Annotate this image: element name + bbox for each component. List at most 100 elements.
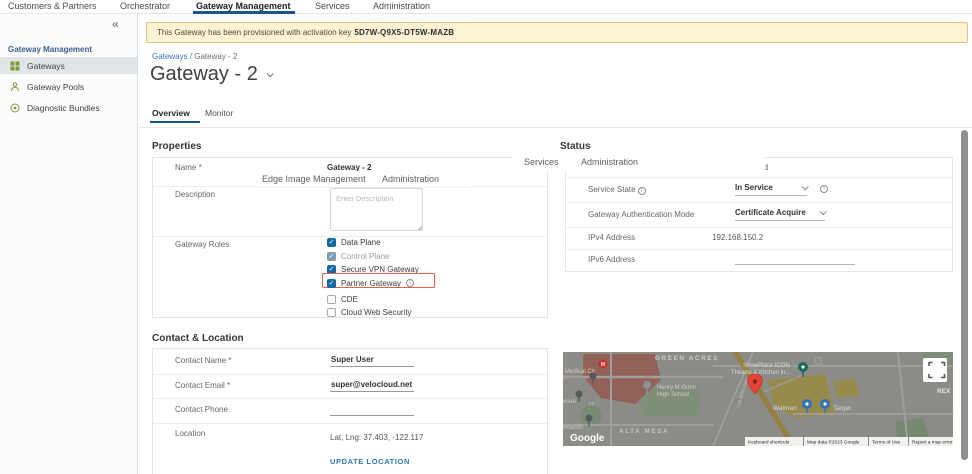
gateway-auth-mode-label: Gateway Authentication Mode <box>588 210 695 219</box>
map-attribution: Keyboard shortcuts Map data ©2023 Google… <box>745 437 953 446</box>
contact-email-label: Contact Email * <box>175 381 231 390</box>
map-label-ware: ware <box>563 399 577 405</box>
ghost-label: Services <box>524 157 559 167</box>
contact-location-heading: Contact & Location <box>152 333 244 344</box>
cde-checkbox[interactable] <box>327 294 336 304</box>
map-canvas: GREEN ACRES ALTA MESA Medical Ctr Henry … <box>563 352 953 446</box>
active-tab-underline <box>150 121 200 123</box>
name-label: Name * <box>175 163 202 172</box>
partner-gateway-checkbox[interactable]: ✓ <box>327 278 336 288</box>
sidebar-header: Gateway Management <box>8 45 93 54</box>
nav-gateway-management[interactable]: Gateway Management <box>196 1 291 11</box>
ghost-label: Administration <box>581 157 639 167</box>
sidebar-item-gateways[interactable]: Gateways <box>0 57 137 74</box>
gateway-roles-label: Gateway Roles <box>175 240 230 249</box>
ipv4-value: 192.168.150.2 <box>712 233 764 242</box>
service-state-info-icon[interactable]: i <box>637 187 646 195</box>
row-divider <box>566 202 952 203</box>
map-label-alta-mesa: ALTA MESA <box>619 428 669 435</box>
location-label: Location <box>175 429 206 438</box>
ipv6-label: IPv6 Address <box>588 255 636 264</box>
report-map-error-link[interactable]: Report a map error <box>912 440 953 446</box>
contact-name-label: Contact Name * <box>175 356 232 365</box>
content-divider <box>139 127 972 128</box>
location-map[interactable]: GREEN ACRES ALTA MESA Medical Ctr Henry … <box>563 352 953 446</box>
partner-gateway-info-icon[interactable]: i <box>406 279 415 287</box>
hospital-h-glyph: H <box>601 362 605 368</box>
gateway-management-page: Customers & Partners Orchestrator Gatewa… <box>0 0 972 474</box>
vertical-scrollbar[interactable] <box>961 130 968 460</box>
map-data-label: Map data ©2023 Google <box>807 439 860 446</box>
keyboard-shortcuts-link[interactable]: Keyboard shortcuts <box>748 440 790 446</box>
breadcrumb-gateways-link[interactable]: Gateways / <box>152 52 192 61</box>
role-cde: CDE <box>327 293 358 305</box>
role-cloud-web-security: Cloud Web Security <box>327 306 412 318</box>
row-divider <box>153 398 547 399</box>
check-icon: ✓ <box>328 238 335 246</box>
tab-monitor[interactable]: Monitor <box>205 108 233 118</box>
map-label-showplace-2: Theatre & Kitchen in... <box>731 370 791 376</box>
diagnostic-bundles-icon <box>10 103 20 112</box>
ghost-label: Edge Image Management <box>262 174 366 184</box>
sidebar-item-gateway-pools[interactable]: Gateway Pools <box>0 78 137 95</box>
map-label-walmart: Walmart <box>773 405 797 412</box>
description-label: Description <box>175 190 216 199</box>
sidebar: « Gateway Management Gateways Gateway Po… <box>0 14 138 474</box>
breadcrumb: Gateways / Gateway - 2 <box>152 52 237 61</box>
status-heading: Status <box>560 141 591 152</box>
sidebar-item-label: Gateway Pools <box>27 81 85 92</box>
cloud-web-security-checkbox[interactable] <box>327 307 336 317</box>
role-label: Control Plane <box>341 251 390 261</box>
sidebar-item-label: Diagnostic Bundles <box>27 102 100 113</box>
terms-of-use-link[interactable]: Terms of Use <box>872 440 901 446</box>
contact-email-input[interactable] <box>330 378 414 392</box>
sidebar-item-diagnostic-bundles[interactable]: Diagnostic Bundles <box>0 99 137 116</box>
row-divider <box>566 227 952 228</box>
service-state-right-info-icon[interactable]: i <box>820 185 828 193</box>
activation-banner: This Gateway has been provisioned with a… <box>146 22 968 43</box>
map-fullscreen-button[interactable] <box>923 358 947 382</box>
description-textarea[interactable] <box>330 188 423 231</box>
map-label-showplace-1: ShowPlace ICON <box>743 363 790 369</box>
breadcrumb-current: Gateway - 2 <box>194 52 238 61</box>
gateway-auth-mode-select[interactable]: Certificate Acquire <box>735 208 827 221</box>
map-label-rex: REX <box>937 388 951 395</box>
role-data-plane: ✓ Data Plane <box>327 236 381 248</box>
page-title-text: Gateway - 2 <box>150 63 258 85</box>
gateway-auth-mode-value: Certificate Acquire <box>735 208 806 217</box>
map-label-school-2: High School <box>657 392 689 398</box>
activation-key: 5D7W-Q9X5-DT5W-MAZB <box>354 28 455 37</box>
latlng-value: Lat, Lng: 37.403, -122.117 <box>330 433 424 442</box>
tab-overview[interactable]: Overview <box>152 108 190 118</box>
sidebar-collapse-icon[interactable]: « <box>112 17 119 31</box>
title-chevron-down-icon[interactable] <box>266 70 274 78</box>
gateway-pools-icon <box>11 81 19 91</box>
data-plane-checkbox[interactable]: ✓ <box>327 237 336 247</box>
row-divider <box>153 374 547 375</box>
ipv6-input[interactable] <box>735 253 855 265</box>
service-state-value: In Service <box>735 183 773 192</box>
role-label: CDE <box>341 294 358 304</box>
google-logo[interactable]: Google <box>570 433 605 444</box>
check-icon: ✓ <box>328 252 335 260</box>
update-location-link[interactable]: UPDATE LOCATION <box>330 457 410 466</box>
role-partner-gateway: ✓ Partner Gateway i <box>327 277 415 289</box>
textarea-resize-handle[interactable] <box>417 225 422 230</box>
nav-customers-partners[interactable]: Customers & Partners <box>8 1 97 11</box>
control-plane-checkbox[interactable]: ✓ <box>327 251 336 261</box>
service-state-select[interactable]: In Service <box>735 183 809 196</box>
contact-phone-input[interactable] <box>330 402 414 416</box>
map-label-target: Target <box>833 405 851 412</box>
nav-orchestrator[interactable]: Orchestrator <box>120 1 170 11</box>
nav-administration[interactable]: Administration <box>373 1 430 11</box>
nav-services[interactable]: Services <box>315 1 350 11</box>
contact-name-input[interactable] <box>330 353 414 367</box>
page-title: Gateway - 2 <box>150 63 274 86</box>
contact-phone-label: Contact Phone <box>175 405 228 414</box>
sidebar-item-label: Gateways <box>27 60 65 71</box>
row-divider <box>566 177 952 178</box>
properties-heading: Properties <box>152 141 202 152</box>
role-label: Cloud Web Security <box>341 307 412 317</box>
ipv4-label: IPv4 Address <box>588 233 636 242</box>
role-label: Data Plane <box>341 237 381 247</box>
